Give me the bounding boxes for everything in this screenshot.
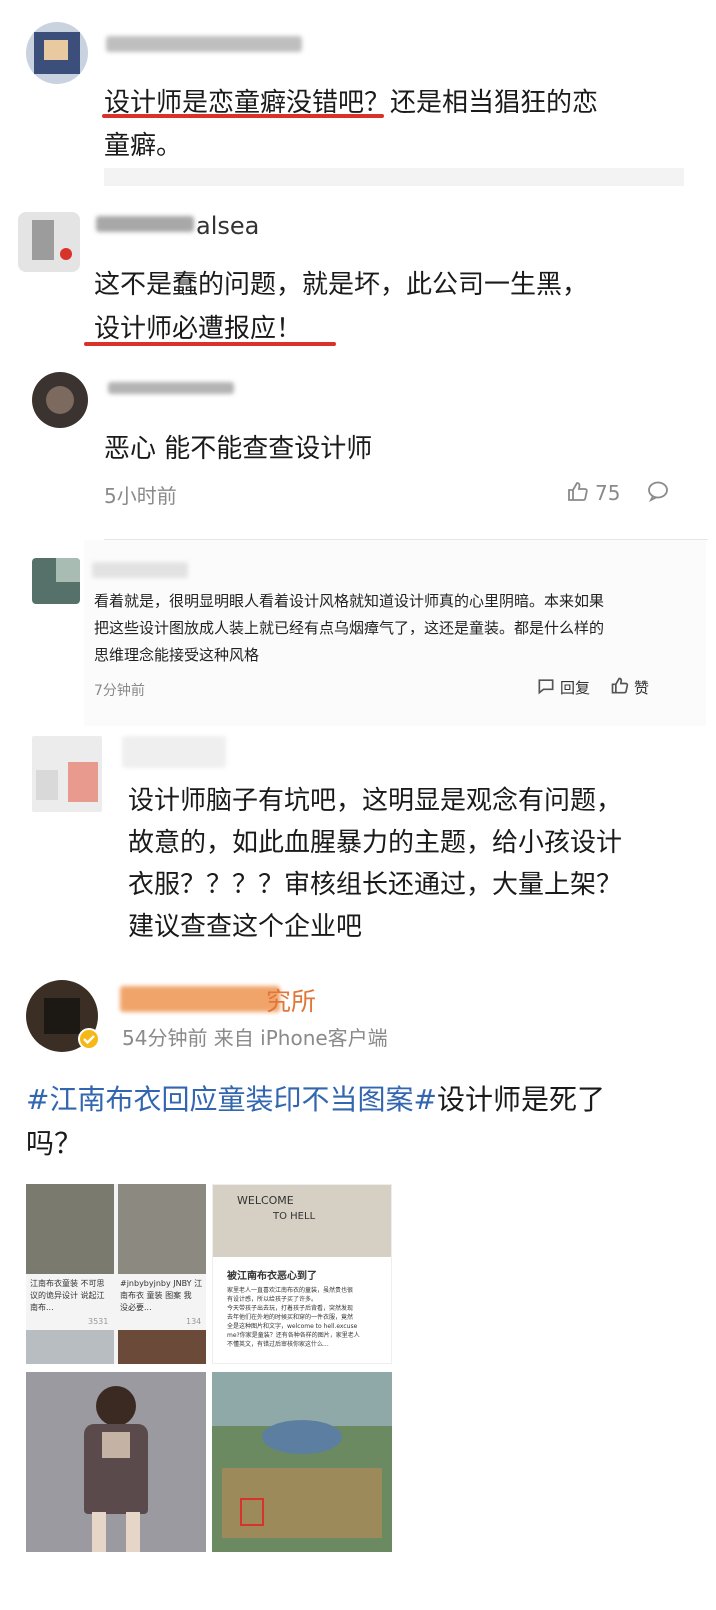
- user-avatar-4[interactable]: [32, 558, 80, 604]
- username-suffix-2[interactable]: alsea: [196, 212, 259, 240]
- comment-body-4b: 把这些设计图放成人装上就已经有点乌烟瘴气了，这还是童装。都是什么样的: [94, 619, 605, 637]
- account-name-suffix[interactable]: 究所: [266, 982, 316, 1018]
- comment-body-5d: 建议查查这个企业吧: [128, 912, 363, 942]
- card-line-6: me?你家是童装？还有各种各样的图片，家里老人: [227, 1332, 360, 1339]
- comment-3: 恶心 能不能查查设计师 5小时前 75: [0, 372, 716, 540]
- reply-label[interactable]: 回复: [560, 677, 590, 698]
- user-avatar-2[interactable]: [18, 212, 80, 272]
- card-title: 被江南布衣恶心到了: [227, 1271, 317, 1282]
- reply-icon[interactable]: [536, 676, 556, 696]
- comment-body-2b: 设计师必遭报应！: [94, 314, 303, 344]
- card-line-4: 去年他们在外地的时候买和穿的一件衣服，竟然: [227, 1314, 354, 1321]
- verified-badge-icon: [78, 1028, 100, 1050]
- username-blurred-4[interactable]: [92, 562, 188, 578]
- post-image-3[interactable]: [26, 1372, 206, 1552]
- user-avatar-3[interactable]: [32, 372, 88, 428]
- highlight-underline-1: [102, 114, 384, 118]
- image1-caption3: 南布...: [30, 1303, 54, 1312]
- image2-caption3: 没必要...: [120, 1303, 152, 1312]
- comment-body-1b: 童癖。: [104, 131, 183, 161]
- username-blurred-3[interactable]: [108, 382, 234, 394]
- post-meta: 54分钟前 来自 iPhone客户端: [122, 1026, 388, 1050]
- post-text-line2: 吗？: [26, 1127, 83, 1160]
- card-line-2: 有设计感，所以给孩子买了许多。: [227, 1296, 318, 1303]
- comment-body-4c: 思维理念能接受这种风格: [94, 646, 260, 664]
- username-blurred-1[interactable]: [106, 36, 302, 52]
- shirt-text-2: TO HELL: [273, 1211, 316, 1222]
- card-line-1: 家里老人一直喜欢江南布衣的童装，虽然贵也很: [227, 1287, 354, 1294]
- card-line-5: 全是这种图片和文字，welcome to hell.excuse: [227, 1323, 358, 1330]
- image2-caption1: #jnbybyjnby JNBY 江: [120, 1279, 203, 1288]
- weibo-post: 究所 54分钟前 来自 iPhone客户端 #江南布衣回应童装印不当图案#设计师…: [0, 968, 716, 1610]
- user-avatar-1[interactable]: [26, 22, 88, 84]
- username-blurred-2: [96, 216, 194, 232]
- user-avatar-5[interactable]: [32, 736, 102, 812]
- highlight-underline-2: [84, 342, 336, 346]
- comment-body-4a: 看着就是，很明显明眼人看着设计风格就知道设计师真的心里阴暗。本来如果: [94, 592, 605, 610]
- post-image-1[interactable]: 江南布衣童装 不可思 议的诡异设计 说起江 南布... 3531 #jnbyby…: [26, 1184, 206, 1364]
- comment-body-5c: 衣服？？？？审核组长还通过，大量上架？: [128, 870, 623, 900]
- comment-time-3: 5小时前: [104, 484, 177, 508]
- image1-caption2: 议的诡异设计 说起江: [30, 1291, 105, 1300]
- image1-stats: 3531: [88, 1317, 109, 1326]
- comment-time-4: 7分钟前: [94, 683, 145, 699]
- comment-body-2a: 这不是蠢的问题，就是坏，此公司一生黑，: [94, 270, 589, 300]
- post-image-4[interactable]: [212, 1372, 392, 1552]
- shirt-text-1: WELCOME: [237, 1194, 294, 1207]
- image1-caption1: 江南布衣童装 不可思: [30, 1279, 105, 1288]
- comment-body-3: 恶心 能不能查查设计师: [104, 434, 373, 464]
- comment-body-5b: 故意的，如此血腥暴力的主题，给小孩设计: [128, 828, 623, 858]
- comment-1: 设计师是恋童癖没错吧？还是相当猖狂的恋 童癖。: [0, 0, 716, 200]
- card-line-3: 今天带孩子出去玩，打着孩子后背看，突然发现: [227, 1305, 354, 1312]
- account-name-blurred: [120, 986, 280, 1012]
- comment-body-5a: 设计师脑子有坑吧，这明显是观念有问题，: [128, 786, 623, 816]
- thumbs-up-icon[interactable]: [610, 676, 630, 696]
- like-count-3: 75: [595, 481, 621, 505]
- username-blurred-5[interactable]: [122, 736, 226, 768]
- image2-caption2: 南布衣 童装 图案 我: [120, 1291, 192, 1300]
- comment-2: alsea 这不是蠢的问题，就是坏，此公司一生黑， 设计师必遭报应！: [0, 200, 716, 372]
- comment-4: 看着就是，很明显明眼人看着设计风格就知道设计师真的心里阴暗。本来如果 把这些设计…: [0, 540, 716, 736]
- comment-shade: [104, 168, 684, 186]
- post-image-2[interactable]: WELCOME TO HELL 被江南布衣恶心到了 家里老人一直喜欢江南布衣的童…: [212, 1184, 392, 1364]
- hashtag-link[interactable]: #江南布衣回应童装印不当图案#: [26, 1083, 437, 1116]
- post-text-after: 设计师是死了: [436, 1083, 605, 1116]
- comment-5: 设计师脑子有坑吧，这明显是观念有问题， 故意的，如此血腥暴力的主题，给小孩设计 …: [0, 736, 716, 968]
- like-label[interactable]: 赞: [634, 677, 649, 698]
- post-text: #江南布衣回应童装印不当图案#设计师是死了 吗？: [26, 1078, 686, 1166]
- image2-stats: 134: [186, 1317, 202, 1326]
- comment-icon[interactable]: [646, 479, 670, 503]
- card-line-7: 不懂英文，有错过后审核你家这什么...: [227, 1341, 329, 1348]
- like-icon[interactable]: [566, 480, 590, 504]
